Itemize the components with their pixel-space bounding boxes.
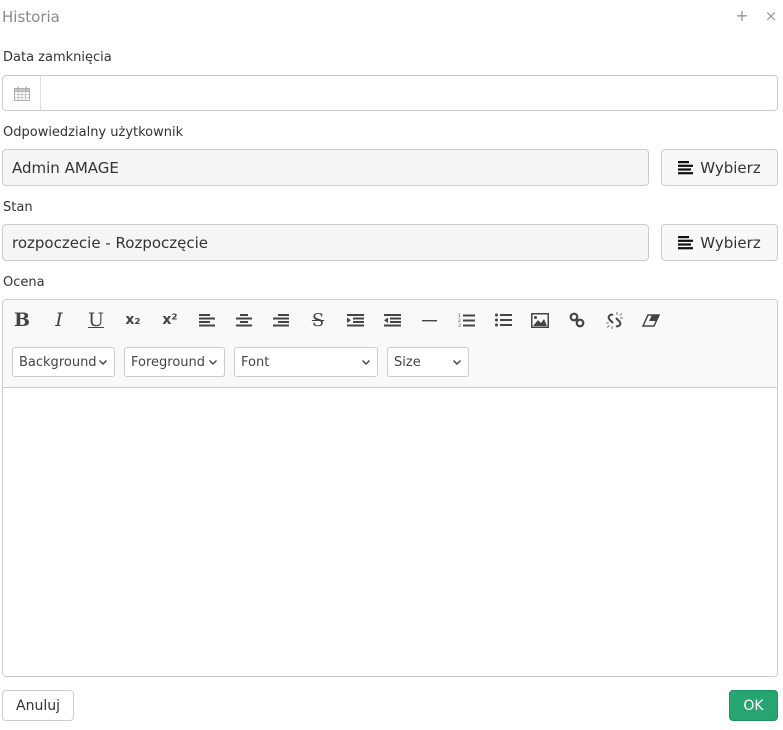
unordered-list-icon: [494, 313, 512, 327]
choose-user-button[interactable]: Wybierz: [661, 149, 778, 186]
history-dialog: Historia + × Data zamknięcia Odpowiedzia…: [0, 0, 783, 730]
outdent-button[interactable]: [378, 306, 406, 334]
state-field[interactable]: rozpoczecie - Rozpoczęcie: [2, 224, 649, 261]
subscript-button[interactable]: x₂: [119, 306, 147, 334]
italic-button[interactable]: I: [45, 306, 73, 334]
horizontal-rule-button[interactable]: [415, 306, 443, 334]
bold-button[interactable]: B: [8, 306, 36, 334]
chevron-down-icon: [99, 359, 107, 365]
foreground-select-value: Foreground: [131, 354, 206, 370]
rating-label: Ocena: [3, 275, 45, 290]
ordered-list-button[interactable]: 1 2 3: [452, 306, 480, 334]
strikethrough-button[interactable]: S: [304, 306, 332, 334]
close-icon[interactable]: ×: [763, 6, 779, 26]
responsible-user-field[interactable]: Admin AMAGE: [2, 149, 649, 186]
bold-icon: B: [13, 309, 31, 331]
choose-user-label: Wybierz: [700, 158, 761, 177]
align-left-icon: [199, 313, 215, 326]
foreground-color-select[interactable]: Foreground: [124, 347, 225, 377]
list-icon: [678, 160, 694, 174]
close-date-input[interactable]: [41, 76, 777, 110]
list-icon: [678, 235, 694, 249]
remove-format-button[interactable]: [637, 306, 665, 334]
responsible-user-value: Admin AMAGE: [12, 158, 119, 177]
calendar-button[interactable]: [3, 76, 41, 110]
subscript-icon: x₂: [125, 312, 141, 328]
eraser-icon: [642, 313, 660, 327]
chevron-down-icon: [362, 359, 370, 365]
link-icon: [569, 312, 585, 328]
dialog-title: Historia: [2, 8, 60, 26]
underline-icon: U: [87, 309, 104, 331]
unlink-button[interactable]: [600, 306, 628, 334]
align-center-icon: [236, 313, 252, 326]
font-select-value: Font: [241, 354, 270, 370]
font-select[interactable]: Font: [234, 347, 378, 377]
align-left-button[interactable]: [193, 306, 221, 334]
size-select-value: Size: [394, 354, 421, 370]
align-right-icon: [273, 313, 289, 326]
calendar-icon: [13, 86, 30, 101]
horizontal-rule-icon: [421, 319, 437, 321]
editor-toolbar: B I U x₂ x² S 1 2 3 Background Foregroun…: [3, 300, 777, 388]
size-select[interactable]: Size: [387, 347, 469, 377]
image-icon: [531, 312, 549, 328]
add-icon[interactable]: +: [734, 6, 750, 26]
responsible-user-label: Odpowiedzialny użytkownik: [3, 125, 184, 140]
unordered-list-button[interactable]: [489, 306, 517, 334]
superscript-button[interactable]: x²: [156, 306, 184, 334]
rich-text-editor: B I U x₂ x² S 1 2 3 Background Foregroun…: [2, 299, 778, 677]
close-date-label: Data zamknięcia: [3, 50, 112, 65]
state-value: rozpoczecie - Rozpoczęcie: [12, 233, 209, 252]
choose-state-button[interactable]: Wybierz: [661, 224, 778, 261]
superscript-icon: x²: [162, 312, 178, 328]
svg-text:3: 3: [458, 323, 461, 328]
chevron-down-icon: [453, 359, 461, 365]
underline-button[interactable]: U: [82, 306, 110, 334]
close-date-group: [2, 75, 778, 111]
unlink-icon: [605, 311, 623, 329]
outdent-icon: [383, 313, 401, 326]
link-button[interactable]: [563, 306, 591, 334]
rating-editor-content[interactable]: [3, 388, 777, 676]
indent-button[interactable]: [341, 306, 369, 334]
state-label: Stan: [3, 200, 33, 215]
cancel-button[interactable]: Anuluj: [2, 690, 74, 721]
strikethrough-icon: S: [311, 309, 325, 331]
choose-state-label: Wybierz: [700, 233, 761, 252]
align-center-button[interactable]: [230, 306, 258, 334]
ordered-list-icon: 1 2 3: [458, 313, 475, 328]
chevron-down-icon: [209, 359, 217, 365]
align-right-button[interactable]: [267, 306, 295, 334]
background-select-value: Background: [19, 354, 97, 370]
indent-icon: [346, 313, 364, 326]
insert-image-button[interactable]: [526, 306, 554, 334]
background-color-select[interactable]: Background: [12, 347, 115, 377]
ok-button[interactable]: OK: [729, 690, 778, 721]
italic-icon: I: [55, 309, 63, 331]
